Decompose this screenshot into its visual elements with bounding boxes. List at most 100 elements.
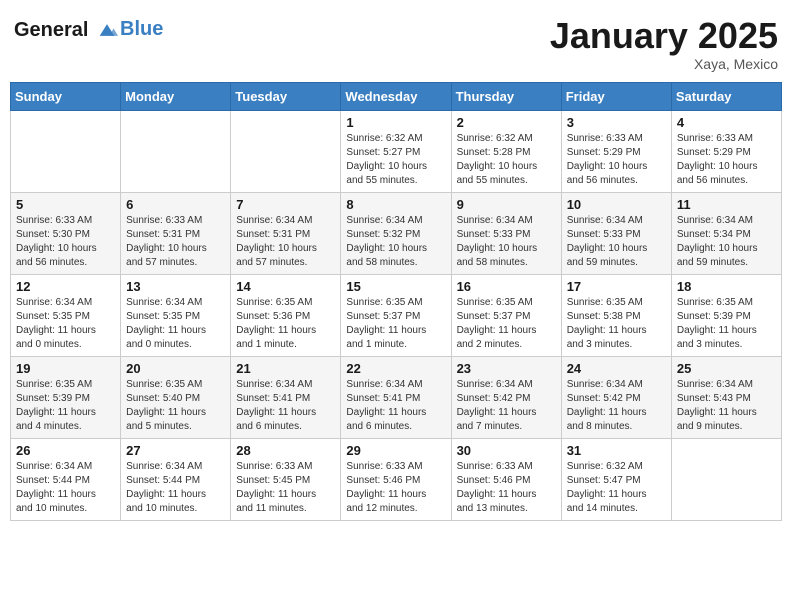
- calendar-week-row: 26 Sunrise: 6:34 AM Sunset: 5:44 PM Dayli…: [11, 439, 782, 521]
- day-number: 22: [346, 361, 445, 376]
- calendar-day-cell: 26 Sunrise: 6:34 AM Sunset: 5:44 PM Dayli…: [11, 439, 121, 521]
- day-info: Sunrise: 6:34 AM Sunset: 5:43 PM Dayligh…: [677, 378, 776, 434]
- calendar-week-row: 5Sunrise: 6:33 AM Sunset: 5:30 PM Daylig…: [11, 193, 782, 275]
- day-number: 23: [457, 361, 556, 376]
- calendar-day-cell: 31 Sunrise: 6:32 AM Sunset: 5:47 PM Dayli…: [561, 439, 671, 521]
- day-info: Sunrise: 6:34 AM Sunset: 5:32 PM Dayligh…: [346, 214, 445, 270]
- day-number: 27: [126, 443, 225, 458]
- day-info: Sunrise: 6:33 AM Sunset: 5:31 PM Dayligh…: [126, 214, 225, 270]
- calendar-day-cell: 18 Sunrise: 6:35 AM Sunset: 5:39 PM Dayli…: [671, 275, 781, 357]
- calendar-day-cell: 7 Sunrise: 6:34 AM Sunset: 5:31 PM Daylig…: [231, 193, 341, 275]
- day-info: Sunrise: 6:34 AM Sunset: 5:33 PM Dayligh…: [457, 214, 556, 270]
- weekday-header: Monday: [121, 83, 231, 111]
- day-number: 21: [236, 361, 335, 376]
- calendar-day-cell: 22 Sunrise: 6:34 AM Sunset: 5:41 PM Dayli…: [341, 357, 451, 439]
- calendar-table: SundayMondayTuesdayWednesdayThursdayFrid…: [10, 82, 782, 521]
- weekday-header: Wednesday: [341, 83, 451, 111]
- calendar-day-cell: 30 Sunrise: 6:33 AM Sunset: 5:46 PM Dayli…: [451, 439, 561, 521]
- day-number: 25: [677, 361, 776, 376]
- day-info: Sunrise: 6:34 AM Sunset: 5:33 PM Dayligh…: [567, 214, 666, 270]
- day-info: Sunrise: 6:35 AM Sunset: 5:37 PM Dayligh…: [457, 296, 556, 352]
- weekday-header: Saturday: [671, 83, 781, 111]
- day-number: 29: [346, 443, 445, 458]
- calendar-day-cell: 11 Sunrise: 6:34 AM Sunset: 5:34 PM Dayli…: [671, 193, 781, 275]
- day-number: 20: [126, 361, 225, 376]
- day-info: Sunrise: 6:34 AM Sunset: 5:41 PM Dayligh…: [346, 378, 445, 434]
- day-info: Sunrise: 6:32 AM Sunset: 5:47 PM Dayligh…: [567, 460, 666, 516]
- calendar-day-cell: 19Sunrise: 6:35 AM Sunset: 5:39 PM Dayli…: [11, 357, 121, 439]
- calendar-week-row: 12Sunrise: 6:34 AM Sunset: 5:35 PM Dayli…: [11, 275, 782, 357]
- weekday-header: Friday: [561, 83, 671, 111]
- page-header: General Blue January 2025 Xaya, Mexico: [10, 10, 782, 76]
- calendar-day-cell: 27 Sunrise: 6:34 AM Sunset: 5:44 PM Dayli…: [121, 439, 231, 521]
- day-number: 19: [16, 361, 115, 376]
- calendar-day-cell: 17Sunrise: 6:35 AM Sunset: 5:38 PM Dayli…: [561, 275, 671, 357]
- day-number: 31: [567, 443, 666, 458]
- day-info: Sunrise: 6:34 AM Sunset: 5:42 PM Dayligh…: [567, 378, 666, 434]
- day-info: Sunrise: 6:33 AM Sunset: 5:29 PM Dayligh…: [567, 132, 666, 188]
- calendar-day-cell: 1Sunrise: 6:32 AM Sunset: 5:27 PM Daylig…: [341, 111, 451, 193]
- month-title: January 2025: [550, 18, 778, 54]
- calendar-day-cell: 8 Sunrise: 6:34 AM Sunset: 5:32 PM Daylig…: [341, 193, 451, 275]
- calendar-day-cell: 6 Sunrise: 6:33 AM Sunset: 5:31 PM Daylig…: [121, 193, 231, 275]
- day-number: 2: [457, 115, 556, 130]
- day-number: 17: [567, 279, 666, 294]
- day-info: Sunrise: 6:32 AM Sunset: 5:28 PM Dayligh…: [457, 132, 556, 188]
- weekday-header: Sunday: [11, 83, 121, 111]
- calendar-day-cell: 12Sunrise: 6:34 AM Sunset: 5:35 PM Dayli…: [11, 275, 121, 357]
- day-number: 8: [346, 197, 445, 212]
- day-info: Sunrise: 6:34 AM Sunset: 5:31 PM Dayligh…: [236, 214, 335, 270]
- calendar-day-cell: 15 Sunrise: 6:35 AM Sunset: 5:37 PM Dayli…: [341, 275, 451, 357]
- day-info: Sunrise: 6:34 AM Sunset: 5:35 PM Dayligh…: [126, 296, 225, 352]
- day-number: 10: [567, 197, 666, 212]
- day-info: Sunrise: 6:33 AM Sunset: 5:46 PM Dayligh…: [457, 460, 556, 516]
- calendar-day-cell: 2 Sunrise: 6:32 AM Sunset: 5:28 PM Daylig…: [451, 111, 561, 193]
- day-number: 15: [346, 279, 445, 294]
- day-info: Sunrise: 6:35 AM Sunset: 5:36 PM Dayligh…: [236, 296, 335, 352]
- calendar-day-cell: 23 Sunrise: 6:34 AM Sunset: 5:42 PM Dayli…: [451, 357, 561, 439]
- calendar-day-cell: 20Sunrise: 6:35 AM Sunset: 5:40 PM Dayli…: [121, 357, 231, 439]
- day-number: 7: [236, 197, 335, 212]
- day-number: 5: [16, 197, 115, 212]
- calendar-day-cell: 28 Sunrise: 6:33 AM Sunset: 5:45 PM Dayli…: [231, 439, 341, 521]
- calendar-day-cell: [231, 111, 341, 193]
- day-info: Sunrise: 6:34 AM Sunset: 5:42 PM Dayligh…: [457, 378, 556, 434]
- location-subtitle: Xaya, Mexico: [550, 56, 778, 72]
- day-info: Sunrise: 6:34 AM Sunset: 5:44 PM Dayligh…: [126, 460, 225, 516]
- calendar-day-cell: 14 Sunrise: 6:35 AM Sunset: 5:36 PM Dayli…: [231, 275, 341, 357]
- day-number: 1: [346, 115, 445, 130]
- day-number: 14: [236, 279, 335, 294]
- calendar-day-cell: 25 Sunrise: 6:34 AM Sunset: 5:43 PM Dayli…: [671, 357, 781, 439]
- day-number: 26: [16, 443, 115, 458]
- day-number: 30: [457, 443, 556, 458]
- title-block: January 2025 Xaya, Mexico: [550, 18, 778, 72]
- calendar-day-cell: 13Sunrise: 6:34 AM Sunset: 5:35 PM Dayli…: [121, 275, 231, 357]
- day-info: Sunrise: 6:35 AM Sunset: 5:37 PM Dayligh…: [346, 296, 445, 352]
- day-info: Sunrise: 6:33 AM Sunset: 5:46 PM Dayligh…: [346, 460, 445, 516]
- calendar-day-cell: 16Sunrise: 6:35 AM Sunset: 5:37 PM Dayli…: [451, 275, 561, 357]
- day-number: 4: [677, 115, 776, 130]
- logo-blue: Blue: [120, 18, 163, 41]
- day-info: Sunrise: 6:34 AM Sunset: 5:44 PM Dayligh…: [16, 460, 115, 516]
- day-info: Sunrise: 6:34 AM Sunset: 5:34 PM Dayligh…: [677, 214, 776, 270]
- calendar-day-cell: 10 Sunrise: 6:34 AM Sunset: 5:33 PM Dayli…: [561, 193, 671, 275]
- day-info: Sunrise: 6:33 AM Sunset: 5:29 PM Dayligh…: [677, 132, 776, 188]
- day-number: 11: [677, 197, 776, 212]
- calendar-day-cell: [11, 111, 121, 193]
- day-number: 6: [126, 197, 225, 212]
- day-info: Sunrise: 6:34 AM Sunset: 5:41 PM Dayligh…: [236, 378, 335, 434]
- calendar-day-cell: 24Sunrise: 6:34 AM Sunset: 5:42 PM Dayli…: [561, 357, 671, 439]
- calendar-day-cell: 29 Sunrise: 6:33 AM Sunset: 5:46 PM Dayli…: [341, 439, 451, 521]
- day-number: 28: [236, 443, 335, 458]
- day-info: Sunrise: 6:34 AM Sunset: 5:35 PM Dayligh…: [16, 296, 115, 352]
- calendar-day-cell: 9Sunrise: 6:34 AM Sunset: 5:33 PM Daylig…: [451, 193, 561, 275]
- day-number: 18: [677, 279, 776, 294]
- calendar-day-cell: 21 Sunrise: 6:34 AM Sunset: 5:41 PM Dayli…: [231, 357, 341, 439]
- logo-general: General: [14, 19, 88, 41]
- weekday-header-row: SundayMondayTuesdayWednesdayThursdayFrid…: [11, 83, 782, 111]
- weekday-header: Thursday: [451, 83, 561, 111]
- day-info: Sunrise: 6:35 AM Sunset: 5:39 PM Dayligh…: [677, 296, 776, 352]
- day-info: Sunrise: 6:33 AM Sunset: 5:45 PM Dayligh…: [236, 460, 335, 516]
- logo: General Blue: [14, 18, 163, 41]
- calendar-day-cell: 5Sunrise: 6:33 AM Sunset: 5:30 PM Daylig…: [11, 193, 121, 275]
